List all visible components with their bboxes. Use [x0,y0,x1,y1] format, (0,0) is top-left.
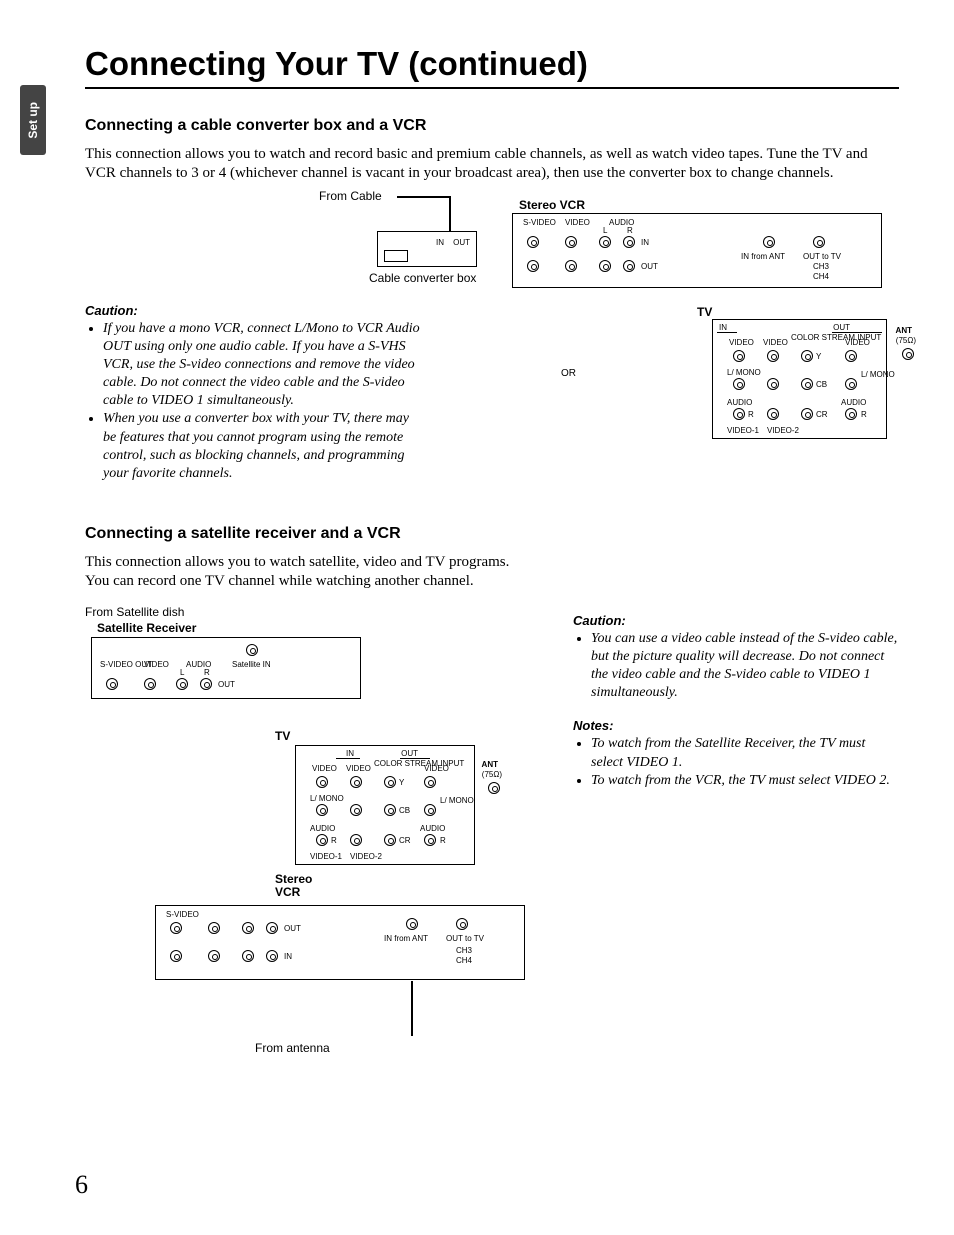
section2-diagram: From Satellite dish Satellite Receiver S… [85,601,555,1061]
section2-intro2: You can record one TV channel while watc… [85,572,899,591]
section2-heading: Connecting a satellite receiver and a VC… [85,525,899,543]
d1-converter-box: IN OUT [377,231,477,267]
section1-caution-1: If you have a mono VCR, connect L/Mono t… [103,320,425,411]
d1-tv-video: VIDEO [729,338,754,347]
d1-tv-videoout: VIDEO [845,338,870,347]
section2-note-2: To watch from the VCR, the TV must selec… [591,772,899,790]
d1-or: OR [561,368,576,379]
section1-caution-list: If you have a mono VCR, connect L/Mono t… [85,320,425,484]
title-rule [85,87,899,89]
d2-sat-r: R [204,668,210,677]
d1-converter-label: Cable converter box [369,271,476,285]
section2-notes-list: To watch from the Satellite Receiver, th… [573,735,899,790]
d1-conv-out: OUT [453,238,470,247]
d2-satrx-title: Satellite Receiver [97,621,196,635]
d1-tv-ohm: (75Ω) [896,336,916,345]
d1-tv-title: TV [697,305,712,319]
d1-vcr-out: OUT [641,262,658,271]
d1-tv-v2: VIDEO-2 [767,426,799,435]
d1-vcr-ch3: CH3 [813,262,829,271]
section1-caution-col: Caution: If you have a mono VCR, connect… [85,193,425,498]
section2-intro1: This connection allows you to watch sate… [85,553,899,572]
d1-tv-audio: AUDIO [727,398,752,407]
d1-vcr-title: Stereo VCR [519,198,585,212]
d1-vcr-ch4: CH4 [813,272,829,281]
section2-row: From Satellite dish Satellite Receiver S… [85,601,899,1061]
side-tab-label: Set up [26,102,40,139]
d1-vcr-r: R [627,226,633,235]
d1-tv-out: OUT [833,323,850,332]
d2-satin: Satellite IN [232,660,271,669]
side-tab-setup: Set up [20,85,46,155]
d2-sat-out: OUT [218,680,235,689]
section2-notes-label: Notes: [573,718,899,733]
d1-vcr-svideo: S-VIDEO [523,218,556,227]
d2-vcr-box: S-VIDEO OUT IN IN from ANT OUT to TV CH3 [155,905,525,980]
d2-sat-l: L [180,668,184,677]
d1-tv-video2c: VIDEO [763,338,788,347]
d1-tv-box: IN OUT ANT (75Ω) VIDEO VIDEO COLOR STREA… [712,319,887,439]
d1-vcr-infromant: IN from ANT [741,252,785,261]
d1-vcr-box: S-VIDEO VIDEO AUDIO L R IN OUT [512,213,882,288]
section2-caution-list: You can use a video cable instead of the… [573,630,899,703]
page-number: 6 [75,1170,88,1200]
section1-row: Caution: If you have a mono VCR, connect… [85,193,899,498]
section2-caution-1: You can use a video cable instead of the… [591,630,899,703]
section2-note-1: To watch from the Satellite Receiver, th… [591,735,899,771]
section1-caution-2: When you use a converter box with your T… [103,410,425,483]
d1-vcr-in: IN [641,238,649,247]
section1-intro: This connection allows you to watch and … [85,145,899,183]
d2-tv-box: IN OUT VIDEO VIDEO COLOR STREAM INPUT VI… [295,745,475,865]
section1-heading: Connecting a cable converter box and a V… [85,117,899,135]
d1-tv-lmono: L/ MONO [727,368,761,377]
page-title: Connecting Your TV (continued) [85,45,899,83]
d1-tv-in: IN [719,323,727,332]
d2-vcr-title: StereoVCR [275,873,312,899]
d1-from-cable: From Cable [319,189,382,203]
page-content: Connecting Your TV (continued) Connectin… [85,45,899,1061]
section1-caution-label: Caution: [85,303,425,318]
d1-conv-in: IN [436,238,444,247]
d1-vcr-outtotv: OUT to TV [803,252,841,261]
section2-caution-label: Caution: [573,613,899,628]
d2-satrx-box: Satellite IN S-VIDEO OUT VIDEO AUDIO L R… [91,637,361,699]
d2-tv-title: TV [275,729,290,743]
section2-text-col: Caution: You can use a video cable inste… [573,601,899,804]
d2-from-sat: From Satellite dish [85,605,184,619]
d1-vcr-l: L [603,226,607,235]
d1-tv-ant: ANT [896,326,912,335]
d2-sat-video: VIDEO [144,660,169,669]
d1-vcr-video: VIDEO [565,218,590,227]
section1-diagram: From Cable IN OUT Cable converter box St… [437,193,899,463]
d2-from-antenna: From antenna [255,1041,330,1055]
d1-tv-v1: VIDEO-1 [727,426,759,435]
